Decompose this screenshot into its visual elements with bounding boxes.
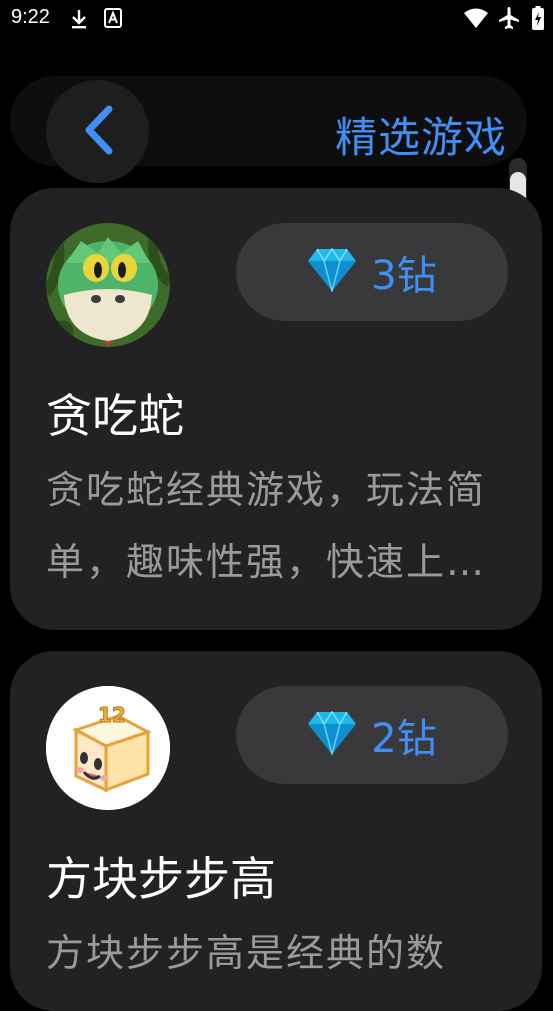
diamond-icon [307,247,357,296]
download-icon [70,8,88,34]
chevron-left-icon [81,105,115,159]
battery-icon [532,6,544,34]
a-badge-icon [104,8,122,32]
airplane-icon [497,6,521,34]
game-description: 方块步步高是经典的数 [46,931,447,975]
price-label: 3钻 [371,253,437,299]
page-title: 精选游戏 [334,113,507,162]
price-button[interactable]: 3钻 [236,223,508,321]
block-game-icon: 12 [46,686,170,810]
snake-game-icon [46,223,170,347]
back-button[interactable] [46,80,149,183]
wifi-icon [463,7,489,33]
game-title: 方块步步高 [46,852,276,906]
status-bar: 9:22 [0,0,553,40]
game-title: 贪吃蛇 [46,389,184,443]
price-label: 2钻 [371,716,437,762]
game-card[interactable]: 3钻 贪吃蛇 贪吃蛇经典游戏，玩法简单，趣味性强，快速上手体验 [10,188,542,630]
game-card[interactable]: 12 2钻 方块步步高 方块步步高是经典的数 [10,651,542,1011]
game-description: 贪吃蛇经典游戏，玩法简单，趣味性强，快速上手体验 [46,468,487,584]
status-time: 9:22 [11,6,50,28]
diamond-icon [307,710,357,759]
price-button[interactable]: 2钻 [236,686,508,784]
svg-text:12: 12 [98,703,126,727]
